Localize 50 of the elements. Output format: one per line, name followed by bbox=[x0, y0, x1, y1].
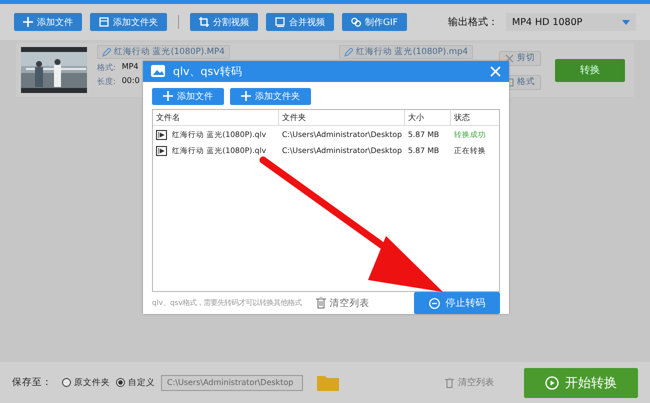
toolbar-button[interactable]: 制作GIF bbox=[342, 13, 407, 31]
close-icon bbox=[490, 66, 501, 77]
column-header: 大小 bbox=[405, 110, 451, 125]
output-format-dropdown[interactable]: MP4 HD 1080P bbox=[506, 13, 636, 31]
clear-list-button[interactable]: 清空列表 bbox=[310, 296, 376, 310]
caret-icon bbox=[622, 20, 630, 24]
window-icon bbox=[275, 17, 285, 27]
scissors-icon bbox=[505, 54, 514, 62]
dialog-title: qlv、qsv转码 bbox=[173, 64, 242, 79]
stop-button[interactable]: 停止转码 bbox=[414, 292, 500, 314]
trash-icon bbox=[316, 297, 326, 309]
format-label: 格式: bbox=[97, 62, 116, 73]
add-button[interactable]: 添加文件夹 bbox=[230, 88, 311, 105]
pencil-icon bbox=[102, 48, 111, 56]
output-name-field[interactable]: 红海行动 蓝光(1080P).mp4 bbox=[339, 45, 473, 59]
column-header: 文件夹 bbox=[279, 110, 405, 125]
add-button[interactable]: 添加文件 bbox=[152, 88, 224, 105]
video-file-icon bbox=[156, 130, 167, 140]
convert-button[interactable]: 转换 bbox=[555, 58, 625, 82]
file-name-field[interactable]: 红海行动 蓝光(1080P).MP4 bbox=[97, 45, 230, 59]
toolbar-button[interactable]: 分割视频 bbox=[190, 13, 258, 31]
toolbar-button[interactable]: 添加文件夹 bbox=[90, 13, 167, 31]
save-to-label: 保存至： bbox=[12, 376, 52, 389]
path-field[interactable]: C:\Users\Administrator\Desktop bbox=[161, 374, 303, 390]
play-icon bbox=[545, 376, 559, 390]
plus-icon bbox=[241, 91, 251, 102]
column-header: 状态 bbox=[453, 112, 471, 124]
pencil-icon bbox=[344, 48, 353, 56]
toolbar-button[interactable]: 添加文件 bbox=[14, 13, 82, 31]
toolbar-button[interactable]: 合并视频 bbox=[266, 13, 334, 31]
cut-button[interactable]: 剪切 bbox=[499, 50, 541, 66]
crop-icon bbox=[199, 17, 209, 27]
minus-circle-icon bbox=[428, 298, 440, 308]
column-header: 文件名 bbox=[153, 110, 279, 125]
clear-list-button[interactable]: 清空列表 bbox=[439, 375, 500, 390]
length-value: 00:0 bbox=[122, 76, 140, 87]
radio-option[interactable]: 自定义 bbox=[116, 376, 155, 388]
folder-icon bbox=[317, 374, 339, 391]
plus-icon bbox=[163, 91, 173, 102]
document-icon bbox=[99, 17, 109, 27]
video-file-icon bbox=[156, 146, 167, 156]
radio-option[interactable]: 原文件夹 bbox=[62, 376, 110, 388]
plus-icon bbox=[23, 17, 33, 27]
start-button[interactable]: 开始转换 bbox=[524, 368, 638, 398]
trash-icon bbox=[445, 378, 454, 388]
length-label: 长度: bbox=[97, 76, 116, 87]
format-value: MP4 bbox=[122, 62, 139, 73]
output-format-label: 输出格式： bbox=[448, 16, 498, 29]
link-icon bbox=[351, 17, 361, 27]
image-icon bbox=[151, 65, 165, 78]
